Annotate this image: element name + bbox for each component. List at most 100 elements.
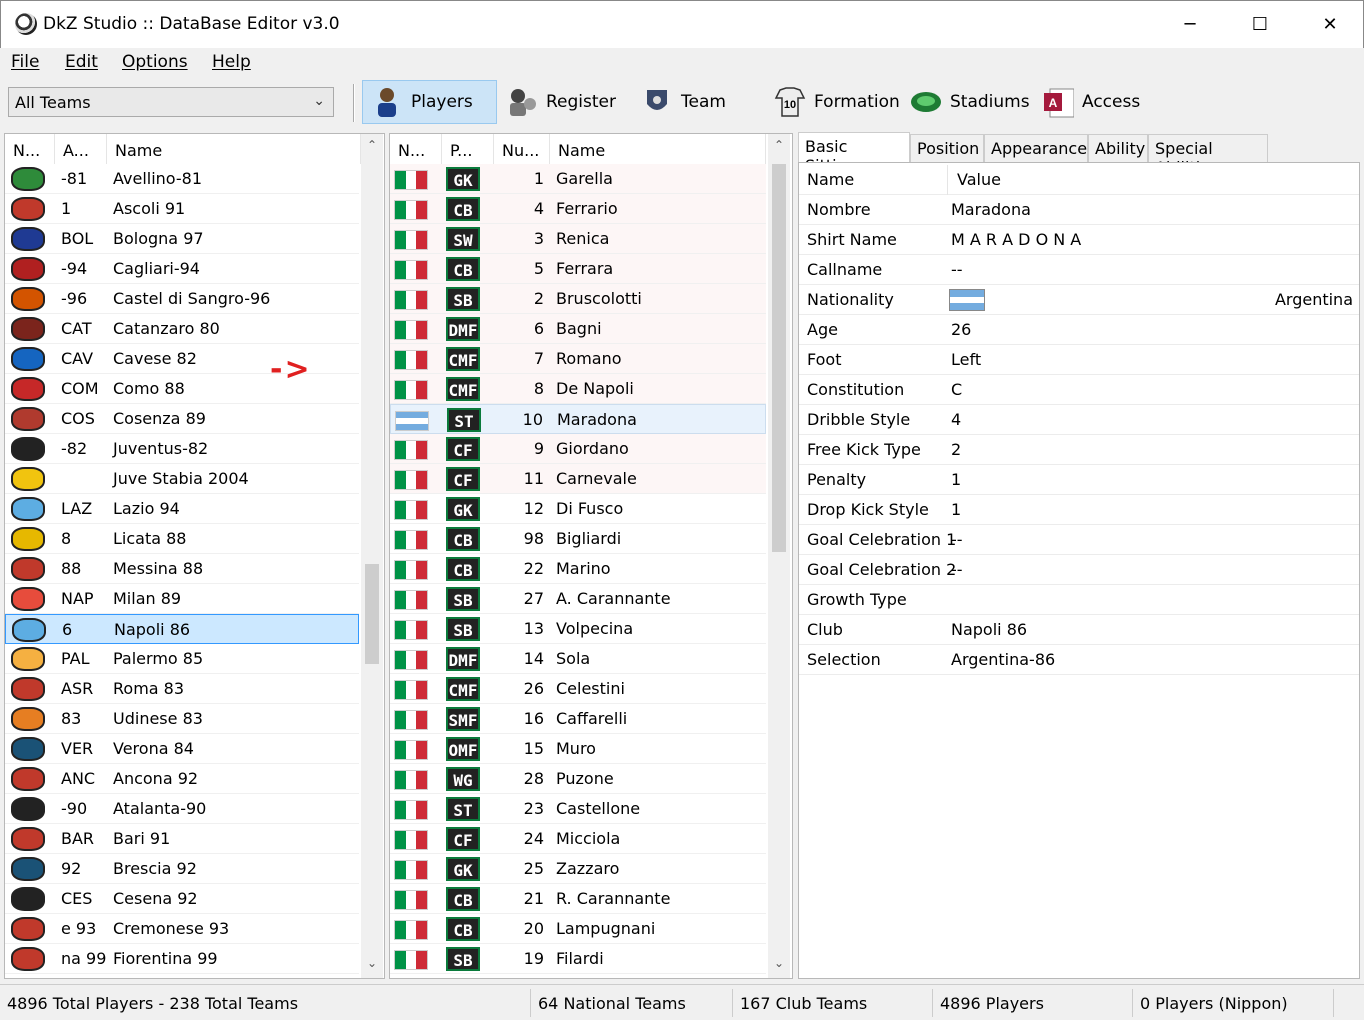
team-row[interactable]: 92 Brescia 92 <box>5 854 359 884</box>
player-row[interactable]: GK 1 Garella <box>390 164 766 194</box>
scroll-up-icon[interactable]: ⌃ <box>768 138 790 160</box>
tab-ability[interactable]: Ability <box>1088 134 1148 162</box>
team-button[interactable]: Team <box>633 80 734 124</box>
team-row[interactable]: 88 Messina 88 <box>5 554 359 584</box>
players-scrollbar[interactable]: ⌃ ⌄ <box>768 134 790 978</box>
team-row[interactable]: LAZ Lazio 94 <box>5 494 359 524</box>
team-row[interactable]: CES Cesena 92 <box>5 884 359 914</box>
team-filter-select[interactable]: All Teams ⌄ <box>8 87 334 117</box>
team-row[interactable]: NAP Milan 89 <box>5 584 359 614</box>
teams-col-header-a[interactable]: A... <box>55 134 107 164</box>
stadiums-button[interactable]: Stadiums <box>902 80 1038 124</box>
player-row[interactable]: ST 23 Castellone <box>390 794 766 824</box>
team-row[interactable]: 1 Ascoli 91 <box>5 194 359 224</box>
scroll-down-icon[interactable]: ⌄ <box>768 956 790 978</box>
menu-file[interactable]: File <box>11 52 39 72</box>
property-row[interactable]: Age 26 <box>799 315 1359 345</box>
player-row[interactable]: SB 13 Volpecina <box>390 614 766 644</box>
property-row[interactable]: Callname -- <box>799 255 1359 285</box>
register-button[interactable]: Register <box>498 80 624 124</box>
players-button[interactable]: Players <box>362 80 497 124</box>
team-row[interactable]: -90 Atalanta-90 <box>5 794 359 824</box>
property-row[interactable]: Foot Left <box>799 345 1359 375</box>
players-col-header-p[interactable]: P... <box>442 134 494 164</box>
player-row[interactable]: CB 22 Marino <box>390 554 766 584</box>
player-row[interactable]: CB 20 Lampugnani <box>390 914 766 944</box>
tab-appearance[interactable]: Appearance <box>984 134 1088 162</box>
player-row[interactable]: GK 12 Di Fusco <box>390 494 766 524</box>
player-row[interactable]: SW 3 Renica <box>390 224 766 254</box>
access-button[interactable]: A Access <box>1034 80 1148 124</box>
formation-button[interactable]: 10 Formation <box>766 80 908 124</box>
players-col-header-name[interactable]: Name <box>550 134 766 164</box>
player-row[interactable]: ST 10 Maradona <box>390 404 766 434</box>
menu-help[interactable]: Help <box>212 52 251 72</box>
player-row[interactable]: SB 19 Filardi <box>390 944 766 974</box>
team-row[interactable]: Juve Stabia 2004 <box>5 464 359 494</box>
team-row[interactable]: -96 Castel di Sangro-96 <box>5 284 359 314</box>
property-row[interactable]: Free Kick Type 2 <box>799 435 1359 465</box>
player-row[interactable]: CF 24 Micciola <box>390 824 766 854</box>
team-row[interactable]: -82 Juventus-82 <box>5 434 359 464</box>
menu-edit[interactable]: Edit <box>65 52 98 72</box>
property-row[interactable]: Drop Kick Style 1 <box>799 495 1359 525</box>
team-row[interactable]: 83 Udinese 83 <box>5 704 359 734</box>
team-row[interactable]: BAR Bari 91 <box>5 824 359 854</box>
player-row[interactable]: DMF 6 Bagni <box>390 314 766 344</box>
player-row[interactable]: SMF 16 Caffarelli <box>390 704 766 734</box>
teams-scrollbar[interactable]: ⌃ ⌄ <box>361 134 383 978</box>
player-row[interactable]: CMF 7 Romano <box>390 344 766 374</box>
property-row[interactable]: Nombre Maradona <box>799 195 1359 225</box>
player-row[interactable]: CF 9 Giordano <box>390 434 766 464</box>
player-row[interactable]: CMF 8 De Napoli <box>390 374 766 404</box>
players-scroll-thumb[interactable] <box>772 164 786 552</box>
team-row[interactable]: na 99 Fiorentina 99 <box>5 944 359 974</box>
players-col-header-n[interactable]: N... <box>390 134 442 164</box>
property-row[interactable]: Goal Celebration 2 -- <box>799 555 1359 585</box>
property-row[interactable]: Club Napoli 86 <box>799 615 1359 645</box>
player-row[interactable]: CMF 26 Celestini <box>390 674 766 704</box>
property-row[interactable]: Shirt Name M A R A D O N A <box>799 225 1359 255</box>
player-row[interactable]: SB 27 A. Carannante <box>390 584 766 614</box>
player-row[interactable]: CF 11 Carnevale <box>390 464 766 494</box>
close-button[interactable]: ✕ <box>1295 1 1364 47</box>
team-row[interactable]: VER Verona 84 <box>5 734 359 764</box>
details-col-header-name[interactable]: Name <box>807 170 854 189</box>
team-row[interactable]: ASR Roma 83 <box>5 674 359 704</box>
teams-scroll-thumb[interactable] <box>365 564 379 664</box>
player-row[interactable]: CB 21 R. Carannante <box>390 884 766 914</box>
property-row[interactable]: Selection Argentina-86 <box>799 645 1359 675</box>
maximize-button[interactable]: ☐ <box>1225 1 1295 47</box>
team-row[interactable]: -81 Avellino-81 <box>5 164 359 194</box>
property-row[interactable]: Growth Type <box>799 585 1359 615</box>
team-row[interactable]: CAT Catanzaro 80 <box>5 314 359 344</box>
tab-special-abilities[interactable]: Special Abilities <box>1148 134 1268 177</box>
player-row[interactable]: OMF 15 Muro <box>390 734 766 764</box>
player-row[interactable]: CB 5 Ferrara <box>390 254 766 284</box>
tab-basic-sittings[interactable]: Basic Sittings <box>798 132 910 175</box>
team-row[interactable]: 8 Licata 88 <box>5 524 359 554</box>
team-row[interactable]: BOL Bologna 97 <box>5 224 359 254</box>
team-row[interactable]: PAL Palermo 85 <box>5 644 359 674</box>
team-row[interactable]: -94 Cagliari-94 <box>5 254 359 284</box>
team-row[interactable]: 6 Napoli 86 <box>5 614 359 644</box>
details-col-header-value[interactable]: Value <box>957 170 1001 189</box>
property-row[interactable]: Dribble Style 4 <box>799 405 1359 435</box>
teams-col-header-name[interactable]: Name <box>107 134 361 164</box>
players-col-header-nu[interactable]: Nu... <box>494 134 550 164</box>
player-row[interactable]: SB 2 Bruscolotti <box>390 284 766 314</box>
scroll-up-icon[interactable]: ⌃ <box>361 138 383 160</box>
team-row[interactable]: COS Cosenza 89 <box>5 404 359 434</box>
player-row[interactable]: WG 28 Puzone <box>390 764 766 794</box>
property-row[interactable]: Constitution C <box>799 375 1359 405</box>
player-row[interactable]: CB 98 Bigliardi <box>390 524 766 554</box>
team-row[interactable]: e 93 Cremonese 93 <box>5 914 359 944</box>
minimize-button[interactable]: ─ <box>1155 1 1225 47</box>
property-row[interactable]: Nationality Argentina <box>799 285 1359 315</box>
property-row[interactable]: Goal Celebration 1 -- <box>799 525 1359 555</box>
player-row[interactable]: DMF 14 Sola <box>390 644 766 674</box>
team-row[interactable]: ANC Ancona 92 <box>5 764 359 794</box>
teams-col-header-n[interactable]: N... <box>5 134 55 164</box>
menu-options[interactable]: Options <box>122 52 188 72</box>
property-row[interactable]: Penalty 1 <box>799 465 1359 495</box>
